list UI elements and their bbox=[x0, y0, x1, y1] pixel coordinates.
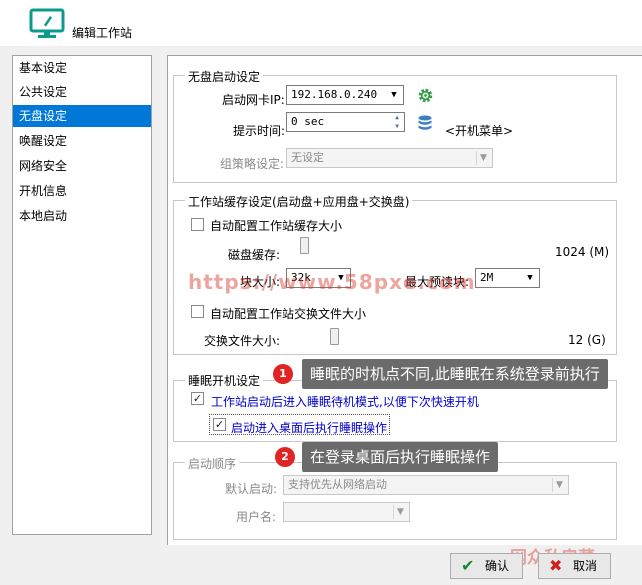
group-policy-label: 组策略设定: bbox=[220, 157, 285, 171]
sidebar-item-diskless[interactable]: 无盘设定 bbox=[13, 105, 151, 127]
check-icon: ✔ bbox=[461, 556, 475, 575]
boot-menu-link[interactable]: <开机菜单> bbox=[445, 122, 513, 139]
nic-ip-label: 启动网卡IP: bbox=[222, 93, 285, 107]
max-preread-select[interactable]: 2M ▼ bbox=[475, 268, 540, 288]
ok-button[interactable]: ✔ 确认 bbox=[450, 553, 523, 579]
chevron-down-icon: ▼ bbox=[391, 90, 397, 100]
group-policy-select[interactable]: 无设定 ▼ bbox=[286, 148, 493, 168]
username-select[interactable]: ▼ bbox=[283, 502, 410, 522]
spin-arrows-icon[interactable]: ▲ ▼ bbox=[391, 113, 403, 131]
disk-cache-value: 1024 (M) bbox=[555, 245, 610, 259]
username-label: 用户名: bbox=[236, 510, 277, 524]
chevron-down-icon: ▼ bbox=[552, 478, 566, 492]
chevron-down-icon: ▼ bbox=[393, 505, 407, 519]
chevron-down-icon: ▼ bbox=[527, 273, 533, 283]
swap-size-slider-thumb[interactable] bbox=[330, 328, 339, 345]
standby-label: 工作站启动后进入睡眠待机模式,以便下次快速开机 bbox=[211, 395, 479, 409]
gear-icon[interactable] bbox=[417, 87, 434, 104]
default-boot-label: 默认启动: bbox=[225, 482, 278, 496]
swap-size-value: 12 (G) bbox=[568, 333, 606, 347]
disk-cache-slider-thumb[interactable] bbox=[300, 237, 309, 254]
prompt-time-label: 提示时间: bbox=[233, 124, 286, 138]
auto-cache-label: 自动配置工作站缓存大小 bbox=[210, 219, 343, 233]
sidebar-item-local-boot[interactable]: 本地启动 bbox=[13, 205, 151, 227]
swap-size-label: 交换文件大小: bbox=[204, 334, 281, 348]
sidebar-item-wakeup[interactable]: 唤醒设定 bbox=[13, 130, 151, 152]
group-policy-value: 无设定 bbox=[291, 151, 324, 164]
default-boot-select[interactable]: 支持优先从网络启动 ▼ bbox=[283, 475, 569, 495]
auto-swap-label: 自动配置工作站交换文件大小 bbox=[210, 307, 367, 321]
boot-order-group-title: 启动顺序 bbox=[185, 455, 240, 472]
sidebar-item-boot-info[interactable]: 开机信息 bbox=[13, 180, 151, 202]
url-watermark: https://www.58pxe.com bbox=[188, 270, 476, 294]
prompt-time-value: 0 sec bbox=[291, 115, 325, 128]
ok-button-label: 确认 bbox=[485, 559, 510, 573]
max-preread-value: 2M bbox=[480, 271, 494, 284]
desktop-sleep-checkbox[interactable]: ✓ bbox=[213, 418, 226, 431]
standby-checkbox[interactable]: ✓ bbox=[191, 392, 204, 405]
cache-group-title: 工作站缓存设定(启动盘+应用盘+交换盘) bbox=[185, 193, 413, 210]
nic-ip-select[interactable]: 192.168.0.240 ▼ bbox=[286, 85, 404, 105]
boot-order-group bbox=[173, 462, 617, 540]
settings-sidebar: 基本设定 公共设定 无盘设定 唤醒设定 网络安全 开机信息 本地启动 bbox=[12, 55, 152, 535]
sidebar-item-basic[interactable]: 基本设定 bbox=[13, 57, 151, 79]
auto-swap-checkbox[interactable] bbox=[191, 305, 204, 318]
default-boot-value: 支持优先从网络启动 bbox=[288, 478, 387, 491]
window-title: 编辑工作站 bbox=[72, 26, 133, 40]
callout-1: 睡眠的时机点不同,此睡眠在系统登录前执行 bbox=[302, 359, 608, 389]
nic-ip-value: 192.168.0.240 bbox=[291, 88, 378, 101]
callout-2: 在登录桌面后执行睡眠操作 bbox=[302, 442, 499, 472]
swap-size-slider-track[interactable] bbox=[286, 336, 540, 337]
callout-badge-1: 1 bbox=[273, 364, 293, 384]
sidebar-item-public[interactable]: 公共设定 bbox=[13, 81, 151, 103]
monitor-edit-icon bbox=[29, 8, 65, 38]
cancel-button-label: 取消 bbox=[573, 559, 598, 573]
close-icon: ✖ bbox=[549, 556, 563, 575]
sleep-group-title: 睡眠开机设定 bbox=[185, 372, 264, 389]
sidebar-item-network-security[interactable]: 网络安全 bbox=[13, 155, 151, 177]
desktop-sleep-label: 启动进入桌面后执行睡眠操作 bbox=[231, 421, 388, 435]
disk-cache-label: 磁盘缓存: bbox=[228, 248, 281, 262]
disk-cache-slider-track[interactable] bbox=[286, 245, 540, 246]
callout-badge-2: 2 bbox=[275, 447, 295, 467]
auto-cache-checkbox[interactable] bbox=[191, 218, 204, 231]
diskless-boot-group-title: 无盘启动设定 bbox=[185, 68, 264, 85]
chevron-down-icon: ▼ bbox=[476, 151, 490, 165]
prompt-time-stepper[interactable]: 0 sec ▲ ▼ bbox=[286, 112, 405, 132]
cancel-button[interactable]: ✖ 取消 bbox=[538, 553, 611, 579]
database-icon[interactable] bbox=[417, 114, 433, 132]
